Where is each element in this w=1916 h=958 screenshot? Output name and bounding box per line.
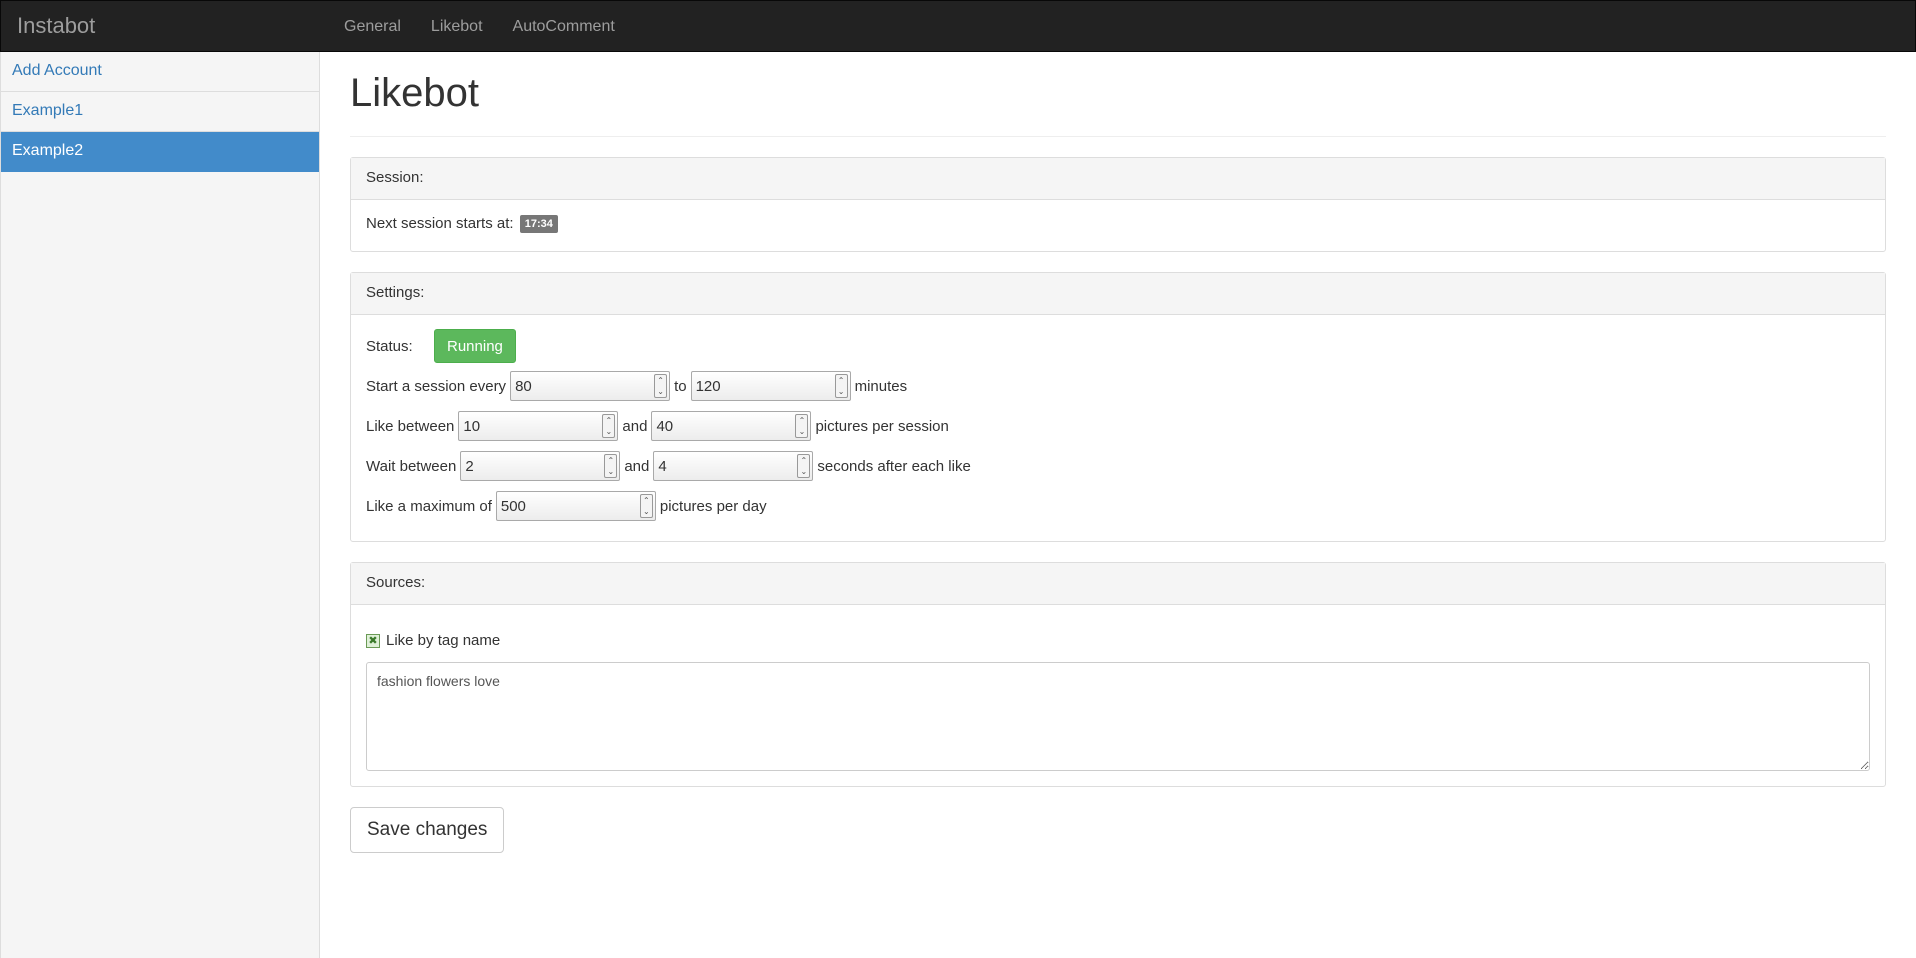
session-panel-heading: Session: — [351, 158, 1885, 200]
wait-between-suffix: seconds after each like — [817, 457, 971, 475]
status-running-button[interactable]: Running — [434, 329, 516, 364]
spin-arrows-icon[interactable]: ⌃ ⌄ — [834, 374, 848, 399]
wait-between-min-input[interactable] — [461, 452, 598, 481]
wait-between-row: Wait between ⌃⌄ and ⌃⌄ seconds after eac… — [366, 449, 1870, 483]
session-interval-row: Start a session every ⌃⌄ to ⌃⌄ minutes — [366, 369, 1870, 403]
like-between-row: Like between ⌃⌄ and ⌃⌄ pictures per sess… — [366, 409, 1870, 443]
sources-panel: Sources: ✖ Like by tag name fashion flow… — [350, 562, 1886, 788]
like-between-min-input[interactable] — [459, 412, 596, 441]
session-interval-prefix: Start a session every — [366, 377, 507, 395]
tag-checkbox-label: Like by tag name — [386, 632, 501, 650]
status-row: Status: Running — [366, 329, 1870, 364]
nav-likebot[interactable]: Likebot — [416, 1, 498, 53]
tag-checkbox[interactable]: ✖ — [366, 633, 380, 648]
top-navbar: Instabot General Likebot AutoComment — [0, 0, 1916, 52]
page-title: Likebot — [350, 68, 1886, 137]
session-interval-max-stepper[interactable]: ⌃⌄ — [690, 371, 851, 402]
sidebar-item-example2[interactable]: Example2 — [1, 132, 319, 172]
settings-panel: Settings: Status: Running Start a sessio… — [350, 272, 1886, 543]
wait-between-mid: and — [624, 457, 650, 475]
spin-arrows-icon[interactable]: ⌃ ⌄ — [602, 414, 616, 439]
session-panel: Session: Next session starts at: 17:34 — [350, 157, 1886, 253]
session-interval-suffix: minutes — [854, 377, 908, 395]
main-content: Likebot Session: Next session starts at:… — [350, 52, 1886, 854]
settings-panel-heading: Settings: — [351, 273, 1885, 316]
spin-arrows-icon[interactable]: ⌃ ⌄ — [604, 454, 618, 479]
like-between-mid: and — [622, 417, 648, 435]
wait-between-max-input[interactable] — [654, 452, 791, 481]
nav-autocomment[interactable]: AutoComment — [498, 1, 630, 53]
nav-links: General Likebot AutoComment — [329, 1, 630, 53]
spin-arrows-icon[interactable]: ⌃ ⌄ — [639, 494, 653, 519]
session-interval-min-input[interactable] — [511, 372, 648, 401]
session-interval-min-stepper[interactable]: ⌃⌄ — [510, 371, 671, 402]
status-label: Status: — [366, 337, 413, 355]
max-per-day-suffix: pictures per day — [659, 497, 767, 515]
session-interval-max-input[interactable] — [691, 372, 828, 401]
max-per-day-stepper[interactable]: ⌃⌄ — [495, 491, 656, 522]
next-session-time-badge: 17:34 — [519, 215, 558, 234]
session-interval-mid: to — [674, 377, 687, 395]
brand-logo[interactable]: Instabot — [17, 13, 95, 39]
sidebar-item-example1[interactable]: Example1 — [1, 92, 319, 132]
spin-arrows-icon[interactable]: ⌃ ⌄ — [795, 414, 809, 439]
sources-panel-heading: Sources: — [351, 563, 1885, 606]
like-between-max-input[interactable] — [652, 412, 789, 441]
like-between-suffix: pictures per session — [815, 417, 949, 435]
save-changes-button[interactable]: Save changes — [350, 807, 505, 854]
tags-textarea[interactable]: fashion flowers love — [366, 662, 1870, 772]
account-sidebar: Add Account Example1 Example2 — [0, 52, 320, 958]
next-session-label: Next session starts at: — [366, 215, 514, 232]
max-per-day-input[interactable] — [496, 492, 633, 521]
max-per-day-row: Like a maximum of ⌃⌄ pictures per day — [366, 489, 1870, 523]
wait-between-min-stepper[interactable]: ⌃⌄ — [460, 451, 621, 482]
like-between-min-stepper[interactable]: ⌃⌄ — [458, 411, 619, 442]
spin-arrows-icon[interactable]: ⌃ ⌄ — [797, 454, 811, 479]
spin-arrows-icon[interactable]: ⌃ ⌄ — [654, 374, 668, 399]
like-between-max-stepper[interactable]: ⌃⌄ — [651, 411, 812, 442]
wait-between-prefix: Wait between — [366, 457, 457, 475]
like-between-prefix: Like between — [366, 417, 455, 435]
sidebar-item-add-account[interactable]: Add Account — [1, 52, 319, 92]
max-per-day-prefix: Like a maximum of — [366, 497, 492, 515]
nav-general[interactable]: General — [329, 1, 416, 53]
tag-checkbox-row: ✖ Like by tag name — [366, 632, 1870, 649]
wait-between-max-stepper[interactable]: ⌃⌄ — [653, 451, 814, 482]
